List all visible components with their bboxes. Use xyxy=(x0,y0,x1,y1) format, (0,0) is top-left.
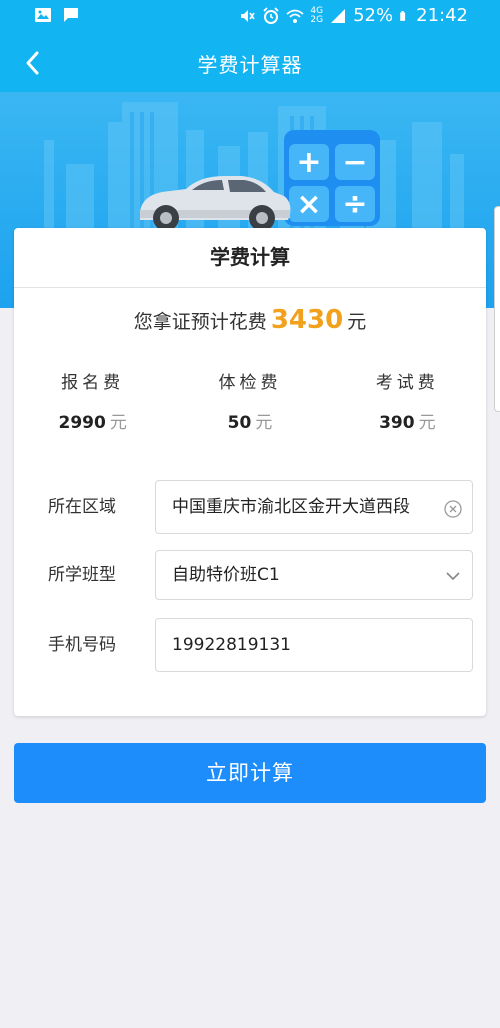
total-estimate: 您拿证预计花费 3430 元 xyxy=(14,302,486,338)
calculator-graphic: + − × ÷ xyxy=(284,130,380,226)
calculate-button[interactable]: 立即计算 xyxy=(14,743,486,803)
region-label: 所在区域 xyxy=(48,497,116,517)
svg-text:×: × xyxy=(296,187,321,222)
fee-label: 考试费 xyxy=(375,373,439,393)
phone-row: 手机号码 xyxy=(14,618,486,672)
fee-unit: 元 xyxy=(109,413,127,433)
alarm-icon xyxy=(263,6,280,24)
region-value: 中国重庆市渝北区金开大道西段 xyxy=(172,497,410,517)
fee-calculation-card: 学费计算 您拿证预计花费 3430 元 报名费 2990 元 体检费 50 元 考试费 … xyxy=(14,228,486,716)
nav-bar: 学费计算器 xyxy=(0,34,500,92)
message-icon xyxy=(64,8,78,22)
svg-text:+: + xyxy=(296,145,321,180)
wifi-icon xyxy=(286,9,304,23)
fee-value: 50 xyxy=(227,413,252,433)
network-type: 4G 2G xyxy=(310,5,324,25)
class-label: 所学班型 xyxy=(48,565,116,585)
class-row: 所学班型 自助特价班C1 xyxy=(14,550,486,600)
total-amount: 3430 xyxy=(270,305,344,335)
battery-icon xyxy=(400,10,406,21)
fee-unit: 元 xyxy=(418,413,436,433)
phone-input[interactable] xyxy=(155,618,473,672)
fee-label: 体检费 xyxy=(218,373,282,393)
phone-label: 手机号码 xyxy=(48,635,116,655)
total-unit: 元 xyxy=(347,311,367,333)
fee-registration: 报名费 2990 元 xyxy=(14,368,171,433)
fee-value: 2990 xyxy=(58,413,106,433)
card-title: 学费计算 xyxy=(14,228,486,288)
clear-icon[interactable] xyxy=(444,500,462,518)
chevron-down-icon[interactable] xyxy=(444,567,462,585)
class-select[interactable]: 自助特价班C1 xyxy=(155,550,473,600)
clock: 21:42 xyxy=(416,5,468,26)
svg-text:÷: ÷ xyxy=(342,187,367,222)
region-row: 所在区域 中国重庆市渝北区金开大道西段 xyxy=(14,480,486,534)
fee-value: 390 xyxy=(379,413,415,433)
fee-exam: 考试费 390 元 xyxy=(329,368,486,433)
class-value: 自助特价班C1 xyxy=(172,565,280,585)
svg-text:−: − xyxy=(342,145,367,180)
total-prefix: 您拿证预计花费 xyxy=(133,311,267,333)
fee-breakdown: 报名费 2990 元 体检费 50 元 考试费 390 元 xyxy=(14,368,486,433)
fee-unit: 元 xyxy=(255,413,273,433)
mute-icon xyxy=(241,9,256,22)
battery-percent: 52% xyxy=(353,5,394,26)
status-bar: 4G 2G 52% 21:42 xyxy=(0,0,500,34)
gallery-icon xyxy=(35,8,51,22)
scroll-handle[interactable] xyxy=(494,206,500,412)
fee-medical: 体检费 50 元 xyxy=(171,368,328,433)
fee-label: 报名费 xyxy=(61,373,125,393)
page-title: 学费计算器 xyxy=(197,53,303,77)
signal-icon xyxy=(331,8,346,23)
region-field[interactable]: 中国重庆市渝北区金开大道西段 xyxy=(155,480,473,534)
